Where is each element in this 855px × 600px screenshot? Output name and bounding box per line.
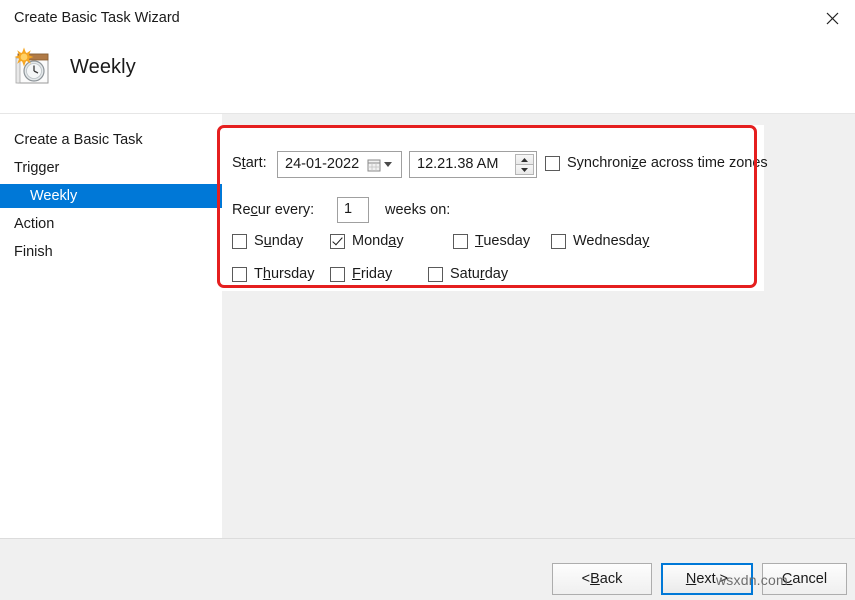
close-icon[interactable] bbox=[809, 0, 855, 36]
wizard-content-pane: Start: 24-01-2022 bbox=[222, 114, 855, 538]
window-title: Create Basic Task Wizard bbox=[14, 10, 180, 26]
checkbox-box bbox=[428, 267, 443, 282]
sidebar-item-action[interactable]: Action bbox=[0, 212, 222, 236]
sidebar-item-label: Finish bbox=[14, 244, 53, 260]
start-date-input[interactable]: 24-01-2022 bbox=[277, 151, 402, 178]
weeks-on-label: weeks on: bbox=[385, 202, 450, 218]
start-date-value: 24-01-2022 bbox=[285, 156, 359, 172]
friday-label: Friday bbox=[352, 266, 392, 282]
spinner-down-icon[interactable] bbox=[515, 164, 534, 175]
saturday-checkbox[interactable]: Saturday bbox=[428, 266, 508, 282]
sidebar-item-label: Action bbox=[14, 216, 54, 232]
spinner-up-icon[interactable] bbox=[515, 154, 534, 164]
checkbox-box bbox=[453, 234, 468, 249]
calendar-dropdown-icon[interactable] bbox=[367, 156, 397, 174]
sync-across-time-zones-checkbox[interactable]: Synchronize across time zones bbox=[545, 155, 768, 171]
tuesday-label: Tuesday bbox=[475, 233, 530, 249]
sidebar-item-label: Trigger bbox=[14, 160, 59, 176]
chevron-down-icon bbox=[384, 162, 392, 168]
start-time-input[interactable]: 12.21.38 AM bbox=[409, 151, 537, 178]
start-label: Start: bbox=[232, 155, 267, 171]
wednesday-checkbox[interactable]: Wednesday bbox=[551, 233, 649, 249]
page-title: Weekly bbox=[70, 56, 136, 79]
time-spinner[interactable] bbox=[515, 154, 534, 175]
start-time-value: 12.21.38 AM bbox=[417, 156, 498, 172]
sidebar-item-finish[interactable]: Finish bbox=[0, 240, 222, 264]
checkbox-box bbox=[551, 234, 566, 249]
monday-label: Monday bbox=[352, 233, 404, 249]
sidebar-item-trigger[interactable]: Trigger bbox=[0, 156, 222, 180]
weekly-trigger-form: Start: 24-01-2022 bbox=[222, 125, 764, 291]
create-basic-task-wizard-window: Create Basic Task Wizard bbox=[0, 0, 855, 600]
sidebar-item-label: Weekly bbox=[30, 188, 77, 204]
wizard-step-list: Create a Basic Task Trigger Weekly Action Fi… bbox=[0, 128, 222, 264]
saturday-label: Saturday bbox=[450, 266, 508, 282]
checkbox-box bbox=[330, 267, 345, 282]
tuesday-checkbox[interactable]: Tuesday bbox=[453, 233, 530, 249]
sidebar-item-create-a-basic-task[interactable]: Create a Basic Task bbox=[0, 128, 222, 152]
title-bar: Create Basic Task Wizard bbox=[0, 0, 855, 38]
checkbox-box bbox=[545, 156, 560, 171]
calendar-clock-icon bbox=[10, 44, 56, 90]
thursday-checkbox[interactable]: Thursday bbox=[232, 266, 314, 282]
sidebar-item-weekly[interactable]: Weekly bbox=[0, 184, 222, 208]
checkbox-box bbox=[232, 267, 247, 282]
recur-every-label: Recur every: bbox=[232, 202, 314, 218]
wizard-footer: < Back Next > Cancel bbox=[0, 538, 855, 600]
watermark: wsxdn.com bbox=[716, 572, 788, 588]
recur-every-value: 1 bbox=[344, 201, 352, 217]
thursday-label: Thursday bbox=[254, 266, 314, 282]
friday-checkbox[interactable]: Friday bbox=[330, 266, 392, 282]
wednesday-label: Wednesday bbox=[573, 233, 649, 249]
wizard-step-sidebar: Create a Basic Task Trigger Weekly Action Fi… bbox=[0, 114, 222, 538]
sunday-checkbox[interactable]: Sunday bbox=[232, 233, 303, 249]
sunday-label: Sunday bbox=[254, 233, 303, 249]
checkbox-box bbox=[232, 234, 247, 249]
back-button[interactable]: < Back bbox=[552, 563, 652, 595]
sync-across-time-zones-label: Synchronize across time zones bbox=[567, 155, 768, 171]
sidebar-item-label: Create a Basic Task bbox=[14, 132, 143, 148]
recur-every-input[interactable]: 1 bbox=[337, 197, 369, 223]
wizard-header: Weekly bbox=[0, 38, 855, 114]
monday-checkbox[interactable]: Monday bbox=[330, 233, 404, 249]
checkbox-box bbox=[330, 234, 345, 249]
